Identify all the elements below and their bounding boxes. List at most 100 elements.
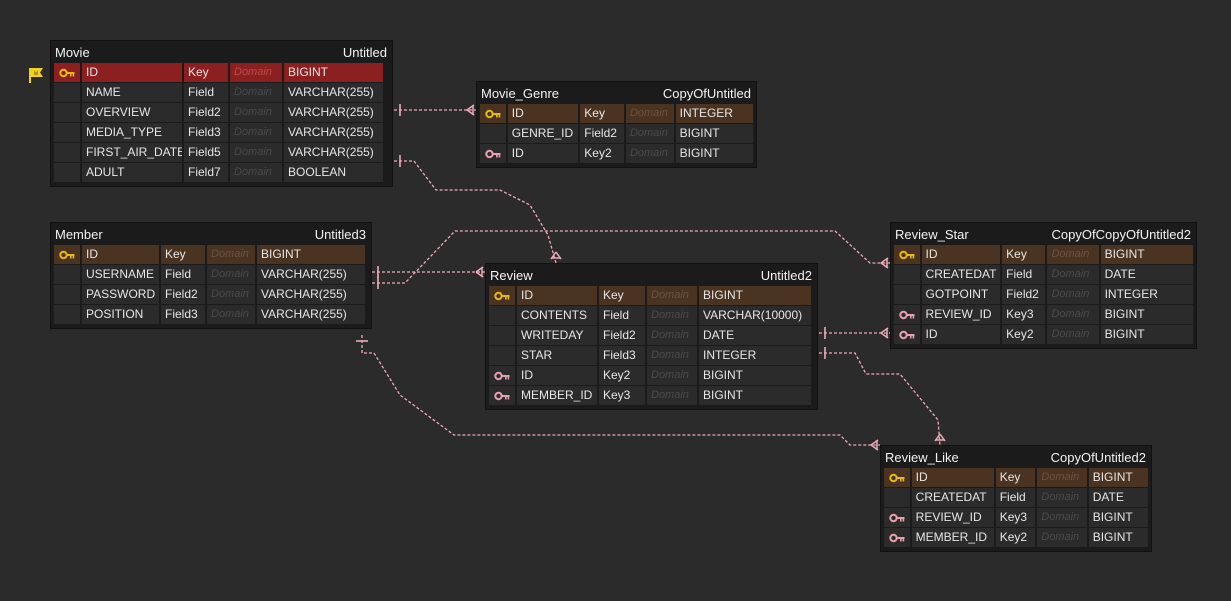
column-name: MEMBER_ID bbox=[517, 386, 597, 405]
table-movie-genre[interactable]: Movie_Genre CopyOfUntitled ID Key Domain INTE… bbox=[476, 81, 757, 168]
table-row[interactable]: NAME Field Domain VARCHAR(255) bbox=[54, 83, 389, 103]
table-row[interactable]: ID Key Domain BIGINT bbox=[894, 245, 1193, 265]
column-domain: Domain bbox=[207, 265, 255, 284]
table-header[interactable]: Movie Untitled bbox=[54, 41, 389, 63]
column-type: Key bbox=[184, 63, 228, 82]
column-type: Field3 bbox=[599, 346, 645, 365]
relationship-line bbox=[819, 352, 941, 446]
column-datatype: DATE bbox=[1088, 488, 1149, 507]
erd-canvas[interactable]: Movie Untitled ID Key Domain BIGINT NAME Field D… bbox=[0, 0, 1231, 601]
column-datatype: BIGINT bbox=[1088, 528, 1149, 547]
column-type: Field2 bbox=[599, 326, 645, 345]
table-row[interactable]: ID Key2 Domain BIGINT bbox=[480, 144, 754, 164]
column-name: OVERVIEW bbox=[82, 103, 182, 122]
many-end-marker bbox=[870, 439, 879, 451]
table-row[interactable]: ID Key2 Domain BIGINT bbox=[894, 325, 1193, 345]
table-row[interactable]: POSITION Field3 Domain VARCHAR(255) bbox=[54, 305, 368, 325]
table-row[interactable]: CONTENTS Field Domain VARCHAR(10000) bbox=[489, 306, 814, 326]
column-type: Key3 bbox=[1002, 305, 1046, 324]
column-domain: Domain bbox=[230, 123, 282, 142]
many-end-marker bbox=[880, 257, 889, 269]
column-name: ID bbox=[517, 286, 597, 305]
column-domain: Domain bbox=[230, 83, 282, 102]
column-datatype: BIGINT bbox=[1088, 508, 1149, 527]
flag-icon[interactable] bbox=[27, 66, 45, 84]
table-alias: Untitled2 bbox=[760, 267, 812, 283]
table-row[interactable]: REVIEW_ID Key3 Domain BIGINT bbox=[894, 305, 1193, 325]
foreign-key-icon bbox=[884, 508, 910, 527]
table-member[interactable]: Member Untitled3 ID Key Domain BIGINT USERNAME… bbox=[50, 222, 372, 329]
column-name: WRITEDAY bbox=[517, 326, 597, 345]
row-icon-cell bbox=[54, 265, 80, 284]
column-domain: Domain bbox=[230, 103, 282, 122]
column-type: Key bbox=[580, 104, 624, 123]
column-domain: Domain bbox=[1047, 245, 1099, 264]
foreign-key-icon bbox=[894, 305, 920, 324]
column-domain: Domain bbox=[1047, 265, 1099, 284]
column-domain: Domain bbox=[230, 163, 282, 182]
column-domain: Domain bbox=[1047, 285, 1099, 304]
column-datatype: BIGINT bbox=[1100, 325, 1193, 344]
column-domain: Domain bbox=[625, 104, 674, 123]
row-icon-cell bbox=[489, 306, 515, 325]
column-datatype: VARCHAR(255) bbox=[284, 123, 383, 142]
row-icon-cell bbox=[480, 124, 506, 143]
column-domain: Domain bbox=[230, 63, 282, 82]
table-row[interactable]: ID Key Domain BIGINT bbox=[489, 286, 814, 306]
column-datatype: BIGINT bbox=[1100, 305, 1193, 324]
row-icon-cell bbox=[54, 305, 80, 324]
row-icon-cell bbox=[894, 265, 920, 284]
table-row[interactable]: ADULT Field7 Domain BOOLEAN bbox=[54, 163, 389, 183]
table-review[interactable]: Review Untitled2 ID Key Domain BIGINT CONTENTS… bbox=[485, 263, 818, 410]
table-row[interactable]: ID Key Domain BIGINT bbox=[54, 245, 368, 265]
primary-key-icon bbox=[489, 286, 515, 305]
table-row[interactable]: WRITEDAY Field2 Domain DATE bbox=[489, 326, 814, 346]
table-row[interactable]: ID Key Domain BIGINT bbox=[884, 468, 1149, 488]
table-header[interactable]: Member Untitled3 bbox=[54, 223, 368, 245]
table-row[interactable]: PASSWORD Field2 Domain VARCHAR(255) bbox=[54, 285, 368, 305]
column-name: ID bbox=[507, 144, 579, 163]
table-review-like[interactable]: Review_Like CopyOfUntitled2 ID Key Domain BIG… bbox=[880, 445, 1152, 552]
column-type: Key bbox=[1002, 245, 1046, 264]
table-header[interactable]: Review_Star CopyOfCopyOfUntitled2 bbox=[894, 223, 1193, 245]
column-type: Field bbox=[1002, 265, 1046, 284]
column-domain: Domain bbox=[647, 326, 697, 345]
table-name: Review_Star bbox=[895, 226, 969, 242]
table-row[interactable]: MEMBER_ID Key2 Domain BIGINT bbox=[884, 528, 1149, 548]
column-datatype: VARCHAR(10000) bbox=[699, 306, 811, 325]
column-type: Field bbox=[995, 488, 1036, 507]
table-row[interactable]: ID Key Domain INTEGER bbox=[480, 104, 754, 124]
table-row[interactable]: GOTPOINT Field2 Domain INTEGER bbox=[894, 285, 1193, 305]
primary-key-icon bbox=[54, 245, 80, 264]
table-header[interactable]: Movie_Genre CopyOfUntitled bbox=[480, 82, 753, 104]
foreign-key-icon bbox=[894, 325, 920, 344]
table-review-star[interactable]: Review_Star CopyOfCopyOfUntitled2 ID Key Dom… bbox=[890, 222, 1197, 349]
table-header[interactable]: Review_Like CopyOfUntitled2 bbox=[884, 446, 1148, 468]
column-type: Key2 bbox=[1002, 325, 1046, 344]
column-datatype: BIGINT bbox=[675, 144, 754, 163]
column-name: POSITION bbox=[82, 305, 159, 324]
table-row[interactable]: FIRST_AIR_DATE Field5 Domain VARCHAR(255) bbox=[54, 143, 389, 163]
table-row[interactable]: ID Key2 Domain BIGINT bbox=[489, 366, 814, 386]
column-type: Key bbox=[161, 245, 205, 264]
column-type: Field2 bbox=[580, 124, 624, 143]
table-row[interactable]: CREATEDAT Field Domain DATE bbox=[894, 265, 1193, 285]
primary-key-icon bbox=[884, 468, 910, 487]
table-row[interactable]: REVIEW_ID Key3 Domain BIGINT bbox=[884, 508, 1149, 528]
column-name: USERNAME bbox=[82, 265, 159, 284]
table-row[interactable]: ID Key Domain BIGINT bbox=[54, 63, 389, 83]
table-movie[interactable]: Movie Untitled ID Key Domain BIGINT NAME Field D… bbox=[50, 40, 393, 187]
column-domain: Domain bbox=[647, 366, 697, 385]
many-end-marker bbox=[475, 266, 484, 278]
table-row[interactable]: STAR Field3 Domain INTEGER bbox=[489, 346, 814, 366]
table-row[interactable]: CREATEDAT Field Domain DATE bbox=[884, 488, 1149, 508]
column-name: ID bbox=[911, 468, 994, 487]
table-row[interactable]: MEMBER_ID Key3 Domain BIGINT bbox=[489, 386, 814, 406]
table-header[interactable]: Review Untitled2 bbox=[489, 264, 814, 286]
row-icon-cell bbox=[54, 83, 80, 102]
table-row[interactable]: GENRE_ID Field2 Domain BIGINT bbox=[480, 124, 754, 144]
table-row[interactable]: OVERVIEW Field2 Domain VARCHAR(255) bbox=[54, 103, 389, 123]
row-icon-cell bbox=[489, 326, 515, 345]
table-row[interactable]: USERNAME Field Domain VARCHAR(255) bbox=[54, 265, 368, 285]
table-row[interactable]: MEDIA_TYPE Field3 Domain VARCHAR(255) bbox=[54, 123, 389, 143]
